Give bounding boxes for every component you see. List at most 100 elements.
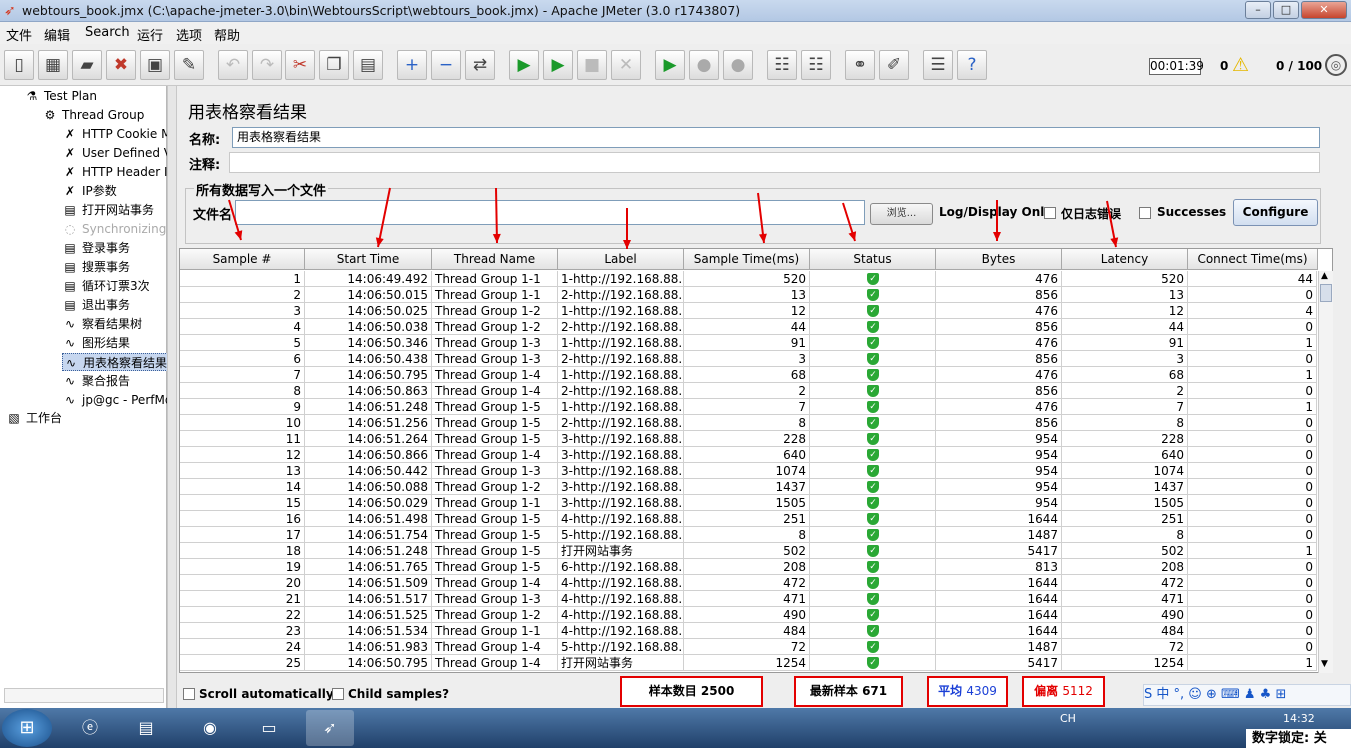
tree-node[interactable]: ▤ 打开网站事务 (62, 201, 154, 219)
save-as-button[interactable]: ✎ (174, 50, 204, 80)
undo-button[interactable]: ↶ (218, 50, 248, 80)
tree-node[interactable]: ▧ 工作台 (6, 409, 62, 427)
table-row[interactable]: 4 14:06:50.038 Thread Group 1-2 2-http://19… (180, 319, 1317, 335)
templates-button[interactable]: ▦ (38, 50, 68, 80)
table-row[interactable]: 5 14:06:50.346 Thread Group 1-3 1-http://19… (180, 335, 1317, 351)
tree-node[interactable]: ✗ IP参数 (62, 182, 117, 200)
minimize-button[interactable]: – (1245, 1, 1271, 19)
menu-edit[interactable]: 编辑 (44, 25, 70, 44)
jmeter-task-icon[interactable]: ➶ (306, 710, 354, 746)
successes-checkbox[interactable] (1139, 207, 1151, 219)
menu-file[interactable]: 文件 (6, 25, 32, 44)
table-row[interactable]: 16 14:06:51.498 Thread Group 1-5 4-http://1… (180, 511, 1317, 527)
collapse-button[interactable]: − (431, 50, 461, 80)
tree-node[interactable]: ▤ 退出事务 (62, 296, 130, 314)
table-row[interactable]: 13 14:06:50.442 Thread Group 1-3 3-http://1… (180, 463, 1317, 479)
chrome-icon[interactable]: ◉ (186, 710, 234, 746)
table-row[interactable]: 20 14:06:51.509 Thread Group 1-4 4-http://1… (180, 575, 1317, 591)
tree-node[interactable]: ∿ 聚合报告 (62, 372, 130, 390)
start-button-icon[interactable]: ⊞ (2, 709, 52, 747)
browse-button[interactable]: 浏览... (870, 203, 933, 225)
explorer-icon[interactable]: ▤ (122, 710, 170, 746)
open-button[interactable]: ▰ (72, 50, 102, 80)
scroll-down-icon[interactable]: ▼ (1321, 659, 1328, 669)
table-row[interactable]: 24 14:06:51.983 Thread Group 1-4 5-http://1… (180, 639, 1317, 655)
new-button[interactable]: ▯ (4, 50, 34, 80)
remote-shutdown-button[interactable]: ● (723, 50, 753, 80)
table-row[interactable]: 11 14:06:51.264 Thread Group 1-5 3-http://1… (180, 431, 1317, 447)
table-row[interactable]: 8 14:06:50.863 Thread Group 1-4 2-http://19… (180, 383, 1317, 399)
column-header[interactable]: Sample Time(ms) (684, 249, 810, 270)
ime-lang-indicator[interactable]: CH (1060, 712, 1076, 725)
table-row[interactable]: 18 14:06:51.248 Thread Group 1-5 打开网站事务 502 ✓… (180, 543, 1317, 559)
close-button[interactable]: ✕ (1301, 1, 1347, 19)
table-row[interactable]: 17 14:06:51.754 Thread Group 1-5 5-http://1… (180, 527, 1317, 543)
column-header[interactable]: Bytes (936, 249, 1062, 270)
table-row[interactable]: 6 14:06:50.438 Thread Group 1-3 2-http://19… (180, 351, 1317, 367)
reset-search-button[interactable]: ✐ (879, 50, 909, 80)
tree-node[interactable]: ✗ HTTP Cookie M (62, 125, 171, 143)
scroll-auto-checkbox[interactable] (183, 688, 195, 700)
copy-button[interactable]: ❐ (319, 50, 349, 80)
search-button[interactable]: ⚭ (845, 50, 875, 80)
tree-node[interactable]: ⚙ Thread Group (42, 106, 145, 124)
tree-node[interactable]: ▤ 循环订票3次 (62, 277, 149, 295)
column-header[interactable]: Label (558, 249, 684, 270)
stop-button[interactable]: ■ (577, 50, 607, 80)
tree-node[interactable]: ∿ jp@gc - PerfMo (62, 391, 172, 409)
clock[interactable]: 14:32 (1283, 712, 1315, 725)
column-header[interactable]: Start Time (305, 249, 432, 270)
name-field[interactable]: 用表格察看结果 (232, 127, 1320, 148)
menu-search[interactable]: Search (85, 25, 130, 40)
tree-node[interactable]: ∿ 用表格察看结果 (62, 353, 169, 371)
warning-icon[interactable]: ⚠ (1232, 54, 1249, 76)
remote-stop-button[interactable]: ● (689, 50, 719, 80)
ime-toolbar[interactable]: S 中 °, ☺ ⊕ ⌨ ♟ ♣ ⊞ (1143, 684, 1351, 706)
tree-node[interactable]: ✗ HTTP Header I (62, 163, 168, 181)
table-row[interactable]: 9 14:06:51.248 Thread Group 1-5 1-http://19… (180, 399, 1317, 415)
clear-button[interactable]: ☷ (767, 50, 797, 80)
tree-node[interactable]: ∿ 察看结果树 (62, 315, 142, 333)
scroll-thumb[interactable] (1320, 284, 1332, 302)
shutdown-button[interactable]: ✕ (611, 50, 641, 80)
menu-options[interactable]: 选项 (176, 25, 202, 44)
child-samples-checkbox[interactable] (332, 688, 344, 700)
paste-button[interactable]: ▤ (353, 50, 383, 80)
table-row[interactable]: 7 14:06:50.795 Thread Group 1-4 1-http://19… (180, 367, 1317, 383)
start-button[interactable]: ▶ (509, 50, 539, 80)
table-row[interactable]: 12 14:06:50.866 Thread Group 1-4 3-http://1… (180, 447, 1317, 463)
table-row[interactable]: 19 14:06:51.765 Thread Group 1-5 6-http://1… (180, 559, 1317, 575)
table-row[interactable]: 14 14:06:50.088 Thread Group 1-2 3-http://1… (180, 479, 1317, 495)
column-header[interactable]: Latency (1062, 249, 1188, 270)
table-row[interactable]: 21 14:06:51.517 Thread Group 1-3 4-http://1… (180, 591, 1317, 607)
table-row[interactable]: 2 14:06:50.015 Thread Group 1-1 2-http://19… (180, 287, 1317, 303)
cut-button[interactable]: ✂ (285, 50, 315, 80)
function-helper-button[interactable]: ☰ (923, 50, 953, 80)
configure-button[interactable]: Configure (1233, 199, 1318, 226)
split-pane-divider[interactable] (167, 86, 177, 708)
comment-field[interactable] (229, 152, 1320, 173)
column-header[interactable]: Connect Time(ms) (1188, 249, 1318, 270)
column-header[interactable]: Sample # (180, 249, 305, 270)
ie-icon[interactable]: ⓔ (66, 710, 114, 746)
column-header[interactable]: Status (810, 249, 936, 270)
table-row[interactable]: 22 14:06:51.525 Thread Group 1-2 4-http://1… (180, 607, 1317, 623)
tree-node[interactable]: ▤ 搜票事务 (62, 258, 130, 276)
tree-node[interactable]: ✗ User Defined V (62, 144, 172, 162)
column-header[interactable]: Thread Name (432, 249, 558, 270)
tree-node[interactable]: ▤ 登录事务 (62, 239, 130, 257)
filename-field[interactable] (235, 200, 865, 225)
toggle-button[interactable]: ⇄ (465, 50, 495, 80)
tree-horizontal-scrollbar[interactable] (4, 688, 164, 703)
table-row[interactable]: 1 14:06:49.492 Thread Group 1-1 1-http://19… (180, 271, 1317, 287)
table-vertical-scrollbar[interactable]: ▲ ▼ (1318, 271, 1333, 673)
table-row[interactable]: 15 14:06:50.029 Thread Group 1-1 3-http://1… (180, 495, 1317, 511)
table-row[interactable]: 23 14:06:51.534 Thread Group 1-1 4-http://1… (180, 623, 1317, 639)
menu-run[interactable]: 运行 (137, 25, 163, 44)
menu-help[interactable]: 帮助 (214, 25, 240, 44)
table-row[interactable]: 3 14:06:50.025 Thread Group 1-2 1-http://19… (180, 303, 1317, 319)
tree-node[interactable]: ∿ 图形结果 (62, 334, 130, 352)
maximize-button[interactable]: □ (1273, 1, 1299, 19)
help-button[interactable]: ? (957, 50, 987, 80)
remote-start-button[interactable]: ▶ (655, 50, 685, 80)
